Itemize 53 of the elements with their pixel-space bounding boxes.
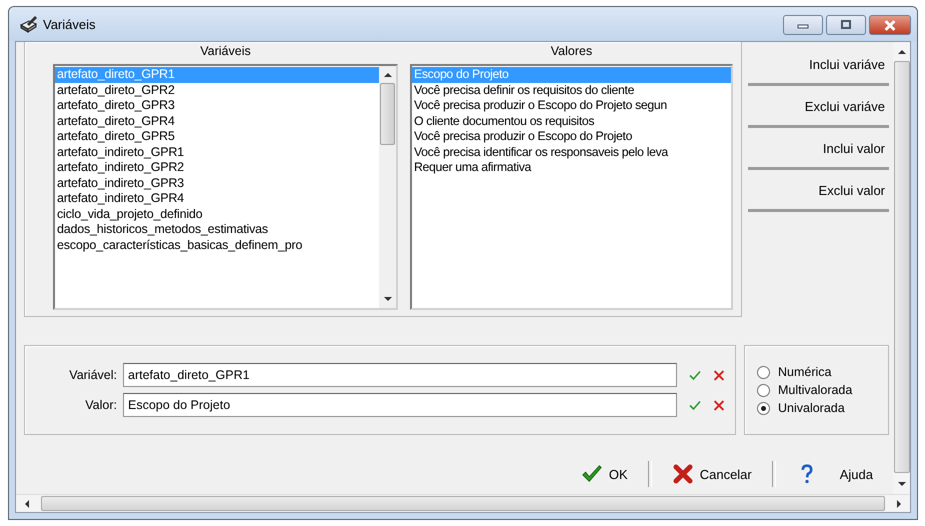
list-item[interactable]: artefato_indireto_GPR1 xyxy=(55,144,379,160)
scroll-left-icon[interactable] xyxy=(24,500,29,508)
list-item[interactable]: Você precisa produzir o Escopo do Projeto xyxy=(412,129,731,144)
values-list[interactable] xyxy=(410,64,733,310)
list-item[interactable]: Requer uma afirmativa xyxy=(412,160,731,176)
list-item[interactable]: dados_historicos_metodos_estimativas xyxy=(55,222,379,238)
field-label: Variável: xyxy=(68,368,117,382)
radio-option[interactable]: Numérica xyxy=(757,365,888,379)
list-item[interactable]: escopo_características_basicas_definem_pro xyxy=(55,238,379,253)
scroll-down-icon[interactable] xyxy=(898,482,906,487)
list-item[interactable]: artefato_indireto_GPR3 xyxy=(55,176,379,191)
list-item[interactable]: artefato_indireto_GPR2 xyxy=(55,160,379,176)
maximize-button[interactable] xyxy=(826,15,866,35)
input-field[interactable]: artefato_direto_GPR1 xyxy=(123,363,677,387)
notepad-pen-icon xyxy=(19,15,39,33)
maximize-icon[interactable] xyxy=(840,20,852,30)
checkmark-icon[interactable] xyxy=(580,464,603,484)
input-field[interactable]: Escopo do Projeto xyxy=(123,393,677,417)
radio-icon[interactable] xyxy=(757,384,770,396)
list-item[interactable]: artefato_direto_GPR3 xyxy=(55,98,379,114)
cross-icon[interactable] xyxy=(672,464,694,484)
check-icon[interactable] xyxy=(689,400,701,410)
close-button[interactable] xyxy=(869,15,911,35)
radio-option[interactable]: Univalorada xyxy=(757,401,888,415)
scroll-down-icon[interactable] xyxy=(384,297,392,302)
list-item[interactable]: O cliente documentou os requisitos xyxy=(412,114,731,129)
list-heading: Valores xyxy=(550,43,594,60)
scroll-up-icon[interactable] xyxy=(898,49,906,54)
scrollbar[interactable] xyxy=(379,66,396,308)
scroll-thumb[interactable] xyxy=(380,83,395,145)
field-label: Valor: xyxy=(84,398,117,412)
variables-list[interactable] xyxy=(53,64,398,310)
radio-option[interactable]: Multivalorada xyxy=(757,383,888,397)
list-item[interactable]: artefato_direto_GPR2 xyxy=(55,82,379,98)
minimize-button[interactable] xyxy=(783,15,823,35)
scroll-up-icon[interactable] xyxy=(384,72,392,77)
radio-icon[interactable] xyxy=(757,402,770,414)
list-item[interactable]: artefato_direto_GPR4 xyxy=(55,114,379,129)
close-icon[interactable] xyxy=(713,370,725,380)
scrollbar[interactable] xyxy=(16,494,910,512)
list-item[interactable]: artefato_indireto_GPR4 xyxy=(55,191,379,206)
radio-icon[interactable] xyxy=(757,366,770,378)
scroll-right-icon[interactable] xyxy=(897,500,902,508)
list-item[interactable]: Você precisa definir os requisitos do cliente xyxy=(412,82,731,98)
list-item[interactable]: ciclo_vida_projeto_definido xyxy=(55,206,379,222)
close-icon[interactable] xyxy=(713,400,725,410)
scroll-thumb[interactable] xyxy=(41,496,885,511)
list-item[interactable]: artefato_direto_GPR5 xyxy=(55,129,379,144)
window-title: Variáveis xyxy=(43,16,97,32)
list-item[interactable]: Você precisa identificar os responsaveis pelo leva xyxy=(412,144,731,160)
check-icon[interactable] xyxy=(689,370,701,380)
list-heading: Variáveis xyxy=(199,43,252,60)
list-item[interactable]: Você precisa produzir o Escopo do Projeto segun xyxy=(412,98,731,114)
